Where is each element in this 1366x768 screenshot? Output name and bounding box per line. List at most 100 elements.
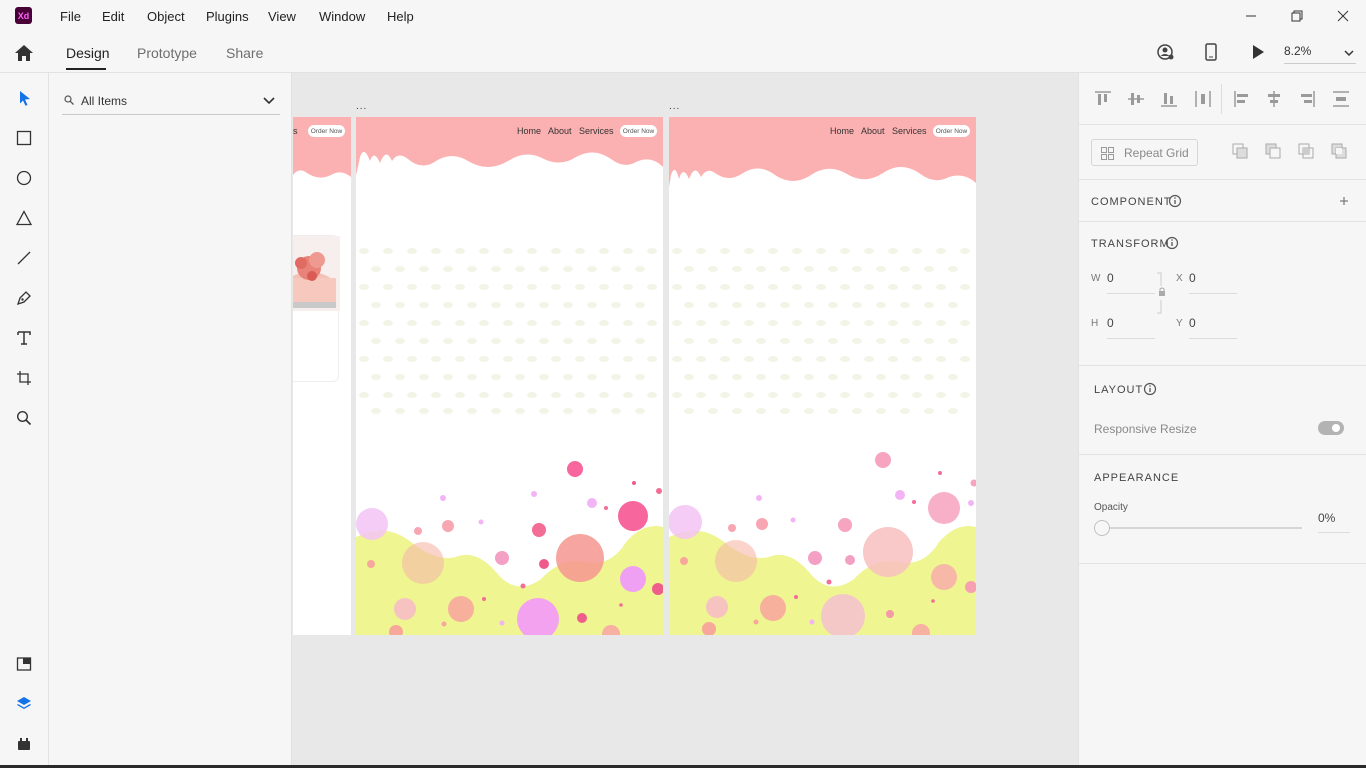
distribute-vertical-icon[interactable] — [1331, 89, 1351, 109]
device-preview-button[interactable] — [1203, 43, 1219, 61]
tab-design[interactable]: Design — [66, 45, 110, 61]
responsive-resize-toggle[interactable] — [1318, 421, 1344, 435]
opacity-input[interactable]: 0% — [1318, 511, 1335, 525]
appearance-title: APPEARANCE — [1094, 472, 1180, 484]
plugin-icon — [18, 738, 30, 750]
info-icon[interactable] — [1165, 236, 1179, 250]
width-underline — [1107, 293, 1155, 294]
boolean-intersect-icon[interactable] — [1298, 143, 1315, 160]
align-right-icon[interactable] — [1297, 89, 1317, 109]
nav-link-home: Home — [517, 126, 542, 136]
boolean-subtract-icon[interactable] — [1265, 143, 1282, 160]
tab-share[interactable]: Share — [226, 45, 263, 61]
layers-filter[interactable]: All Items — [62, 88, 280, 115]
home-button[interactable] — [13, 42, 35, 64]
x-input[interactable]: 0 — [1189, 271, 1196, 285]
lock-aspect-icon[interactable] — [1156, 272, 1168, 314]
user-icon — [1157, 44, 1174, 60]
tab-prototype[interactable]: Prototype — [137, 45, 197, 61]
menu-file[interactable]: File — [60, 9, 81, 24]
ellipse-tool[interactable] — [12, 166, 36, 190]
product-card — [293, 235, 340, 382]
add-component-icon[interactable] — [1338, 195, 1350, 207]
artboard-tool[interactable] — [12, 366, 36, 390]
nav-link-home: Home — [830, 126, 855, 136]
layers-panel — [49, 73, 292, 768]
polygon-tool[interactable] — [12, 206, 36, 230]
order-now-button: Order Now — [620, 125, 657, 137]
artboard-2-label: ... — [669, 101, 681, 112]
zoom-level[interactable]: 8.2% — [1284, 44, 1311, 58]
cake-image — [293, 236, 340, 311]
line-icon — [17, 251, 31, 265]
transform-title: TRANSFORM — [1091, 238, 1170, 250]
opacity-slider-handle[interactable] — [1094, 520, 1110, 536]
distribute-horizontal-icon[interactable] — [1193, 89, 1213, 109]
mobile-icon — [1205, 43, 1217, 61]
height-input[interactable]: 0 — [1107, 316, 1114, 330]
opacity-slider-track[interactable] — [1110, 527, 1302, 529]
zoom-tool[interactable] — [12, 406, 36, 430]
share-user-button[interactable] — [1156, 43, 1176, 61]
component-title: COMPONENT — [1091, 196, 1172, 208]
artboard-1[interactable]: Home About Services Order Now — [356, 117, 663, 635]
menu-edit[interactable]: Edit — [102, 9, 124, 24]
select-tool[interactable] — [12, 86, 36, 110]
restore-button[interactable] — [1274, 4, 1320, 28]
menu-help[interactable]: Help — [387, 9, 414, 24]
menu-plugins[interactable]: Plugins — [206, 9, 249, 24]
menu-window[interactable]: Window — [319, 9, 365, 24]
menu-view[interactable]: View — [268, 9, 296, 24]
assets-button[interactable] — [12, 652, 36, 676]
chevron-down-icon — [263, 97, 275, 105]
align-middle-icon[interactable] — [1126, 89, 1146, 109]
artboard-2[interactable]: Home About Services Order Now — [669, 117, 976, 635]
close-button[interactable] — [1320, 4, 1366, 28]
repeat-grid-button[interactable]: Repeat Grid — [1091, 139, 1198, 166]
text-tool[interactable] — [12, 326, 36, 350]
design-canvas[interactable]: s Order Now ... Home About Services Orde… — [293, 73, 1078, 768]
pen-tool[interactable] — [12, 286, 36, 310]
menu-bar — [0, 0, 1366, 32]
artboard-2-artwork — [669, 117, 976, 635]
artboard-partial[interactable]: s Order Now — [293, 117, 351, 635]
opacity-underline — [1318, 532, 1350, 533]
align-center-icon[interactable] — [1264, 89, 1284, 109]
layers-filter-label: All Items — [81, 94, 128, 108]
align-divider — [1221, 84, 1222, 114]
plugins-button[interactable] — [12, 732, 36, 756]
line-tool[interactable] — [12, 246, 36, 270]
layers-button[interactable] — [12, 692, 36, 716]
y-label: Y — [1176, 318, 1183, 329]
y-input[interactable]: 0 — [1189, 316, 1196, 330]
zoom-underline — [1284, 63, 1356, 64]
width-input[interactable]: 0 — [1107, 271, 1114, 285]
repeat-grid-label: Repeat Grid — [1124, 146, 1189, 160]
divider — [1078, 179, 1366, 180]
info-icon[interactable] — [1143, 382, 1157, 396]
align-top-icon[interactable] — [1093, 89, 1113, 109]
nav-link-about: About — [548, 126, 572, 136]
info-icon[interactable] — [1168, 194, 1182, 208]
align-left-icon[interactable] — [1232, 89, 1252, 109]
boolean-exclude-icon[interactable] — [1331, 143, 1348, 160]
divider — [1078, 124, 1366, 125]
divider — [1078, 221, 1366, 222]
toggle-knob — [1332, 424, 1340, 432]
play-button[interactable] — [1250, 44, 1266, 60]
zoom-dropdown[interactable] — [1343, 46, 1355, 57]
rectangle-tool[interactable] — [12, 126, 36, 150]
responsive-resize-label: Responsive Resize — [1094, 422, 1197, 436]
minimize-button[interactable] — [1228, 4, 1274, 28]
arrow-pointer-icon — [20, 91, 30, 106]
divider — [1078, 563, 1366, 564]
height-underline — [1107, 338, 1155, 339]
menu-object[interactable]: Object — [147, 9, 185, 24]
boolean-add-icon[interactable] — [1232, 143, 1249, 160]
app-logo: Xd — [15, 7, 32, 24]
artboard-1-label: ... — [356, 101, 368, 112]
grid-icon — [1101, 147, 1114, 160]
align-bottom-icon[interactable] — [1159, 89, 1179, 109]
minimize-icon — [1246, 15, 1256, 17]
close-icon — [1337, 10, 1349, 22]
